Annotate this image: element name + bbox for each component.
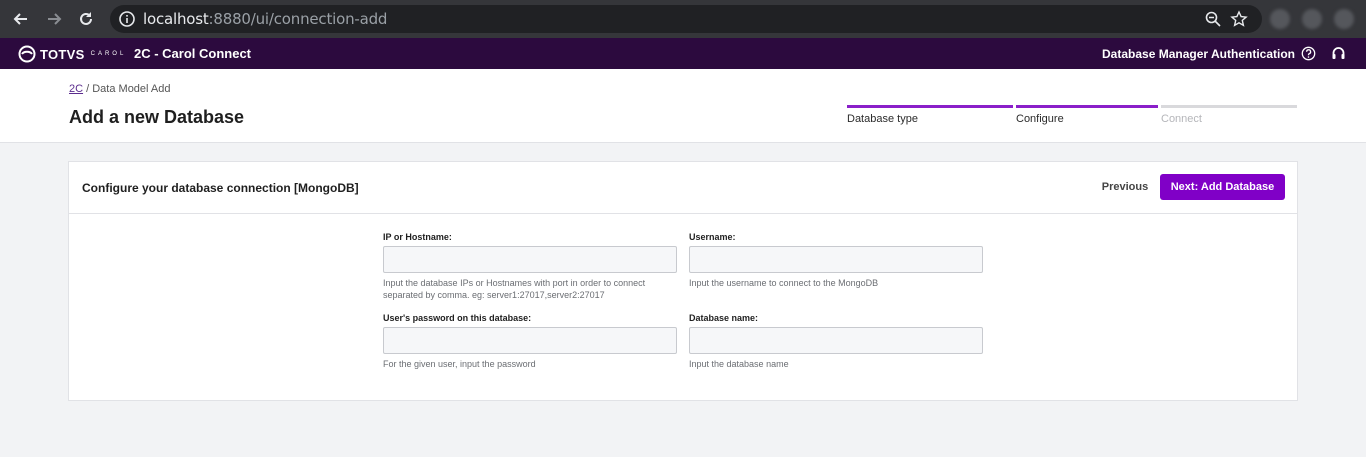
password-help-text: For the given user, input the password [383,359,536,369]
password-input[interactable] [383,327,677,354]
totvs-logo-icon [18,45,36,63]
nav-database-manager[interactable]: Database Manager [1102,47,1208,61]
reload-icon[interactable] [74,7,98,31]
breadcrumb-separator: / [83,83,93,95]
url-host: localhost [143,10,209,28]
app-title[interactable]: 2C - Carol Connect [134,46,251,61]
username-input[interactable] [689,246,983,273]
step-connect: Connect [1161,105,1297,131]
bookmark-star-icon[interactable] [1230,10,1248,28]
config-card: Configure your database connection [Mong… [68,161,1298,401]
logo-sub: CAROL [90,51,127,57]
password-label: User's password on this database: [383,313,532,323]
password-field: User's password on this database: For th… [383,313,677,370]
headset-icon[interactable] [1331,46,1346,61]
breadcrumb-current: Data Model Add [92,83,171,95]
host-input[interactable] [383,246,677,273]
dbname-help-text: Input the database name [689,359,789,369]
dbname-input[interactable] [689,327,983,354]
page-title: Add a new Database [69,107,245,127]
breadcrumb: 2C / Data Model Add [69,83,171,95]
page-header: 2C / Data Model Add Add a new Database D… [0,69,1366,143]
next-add-database-button[interactable]: Next: Add Database [1160,174,1285,200]
step-label: Database type [847,113,918,125]
url-text[interactable]: localhost:8880/ui/connection-add [143,10,387,28]
forward-arrow-icon[interactable] [42,7,66,31]
step-bar [1161,105,1297,108]
step-label: Connect [1161,113,1202,125]
app-header: TOTVS CAROL 2C - Carol Connect Database … [0,38,1366,69]
zoom-icon[interactable] [1204,10,1222,28]
url-path: :8880/ui/connection-add [208,10,388,28]
step-configure: Configure [1016,105,1158,131]
breadcrumb-root-link[interactable]: 2C [69,83,83,95]
dbname-field: Database name: Input the database name [689,313,983,370]
extension-icon[interactable] [1270,9,1290,29]
host-label: IP or Hostname: [383,232,452,242]
host-field: IP or Hostname: Input the database IPs o… [383,232,677,301]
username-help-text: Input the username to connect to the Mon… [689,278,879,288]
nav-authentication[interactable]: Authentication [1211,47,1295,61]
step-bar [847,105,1013,108]
host-help-text: Input the database IPs or Hostnames with… [383,278,646,300]
previous-button[interactable]: Previous [1090,174,1160,200]
card-header: Configure your database connection [Mong… [69,162,1297,214]
info-icon[interactable] [118,10,136,28]
profile-avatar-icon[interactable] [1334,9,1354,29]
logo-word: TOTVS [40,46,85,62]
username-label: Username: [689,232,736,242]
dbname-label: Database name: [689,313,759,323]
totvs-logo[interactable]: TOTVS CAROL [18,45,126,63]
username-field: Username: Input the username to connect … [689,232,983,289]
back-arrow-icon[interactable] [9,7,33,31]
help-icon[interactable] [1301,46,1316,61]
step-label: Configure [1016,113,1064,125]
address-bar[interactable]: localhost:8880/ui/connection-add [110,5,1262,33]
card-title: Configure your database connection [Mong… [82,181,359,195]
step-bar [1016,105,1158,108]
step-database-type: Database type [847,105,1013,131]
extension-icon[interactable] [1302,9,1322,29]
browser-toolbar: localhost:8880/ui/connection-add [0,0,1366,38]
